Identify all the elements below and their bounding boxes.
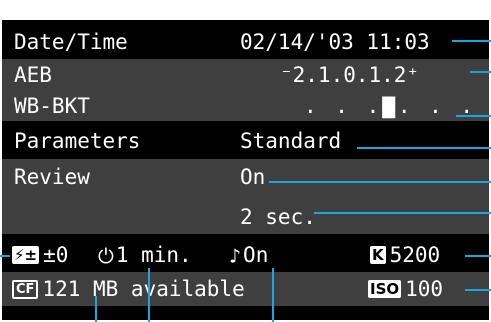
date-time-label: Date/Time (14, 30, 128, 54)
flash-exposure-compensation-icon: ⚡± (12, 246, 40, 264)
review-label: Review (14, 165, 90, 189)
card-indicator: CF 121 MB available (12, 275, 245, 303)
beeper-indicator: ♪On (229, 241, 268, 270)
review-row: Review On 2 sec. (2, 159, 489, 234)
callout-line-power-off (148, 268, 150, 322)
beeper-value: On (243, 243, 269, 267)
iso-value: 100 (405, 277, 444, 301)
parameters-label: Parameters (14, 129, 141, 153)
kelvin-icon: K (370, 246, 386, 264)
page: { "screen": { "date_time": { "label": "D… (0, 0, 491, 322)
beeper-icon: ♪ (229, 244, 242, 268)
camera-lcd-screen: Date/Time 02/14/'03 11:03 AEB ⁻2.1.0.1.2… (2, 20, 489, 320)
iso-indicator: ISO 100 (368, 275, 443, 303)
callout-line-review-time (314, 212, 491, 214)
wb-bkt-row: WB-BKT . . .▇. . . (2, 90, 489, 121)
cf-card-icon: CF (12, 280, 39, 299)
status-row-1: ⚡± ±0 ⏻1 min. ♪On K 5200 (2, 239, 489, 269)
parameters-value: Standard (240, 129, 342, 153)
date-time-value: 02/14/'03 11:03 (240, 30, 430, 54)
callout-line-card (95, 296, 97, 322)
callout-line-wb (456, 115, 491, 117)
wb-bkt-label: WB-BKT (14, 94, 90, 118)
review-time-value: 2 sec. (240, 205, 316, 229)
color-temp-value: 5200 (389, 243, 441, 267)
color-temp-indicator: K 5200 (370, 241, 440, 269)
callout-line-flash (0, 255, 10, 257)
aeb-row: AEB ⁻2.1.0.1.2⁺ (2, 59, 489, 90)
callout-line-date (452, 40, 491, 42)
auto-power-off-value: 1 min. (115, 243, 192, 267)
status-row-2: CF 121 MB available ISO 100 (2, 272, 489, 306)
review-value: On (240, 165, 266, 189)
date-time-row: Date/Time 02/14/'03 11:03 (2, 28, 489, 56)
auto-power-off-icon: ⏻ (98, 244, 114, 268)
callout-line-beeper (272, 268, 274, 322)
callout-line-review (269, 181, 491, 183)
iso-icon: ISO (368, 280, 402, 298)
wb-bkt-value: . . .▇. . . (304, 94, 477, 118)
callout-line-color-temp (465, 255, 491, 257)
auto-power-off-indicator: ⏻1 min. (98, 241, 192, 270)
parameters-row: Parameters Standard (2, 125, 489, 155)
callout-line-aeb (470, 71, 491, 73)
callout-line-parameters (357, 147, 491, 149)
callout-line-iso (465, 289, 491, 291)
aeb-value: ⁻2.1.0.1.2⁺ (280, 63, 420, 87)
flash-comp-indicator: ⚡± ±0 (12, 241, 68, 269)
aeb-label: AEB (14, 63, 52, 87)
card-value: 121 MB available (42, 277, 245, 301)
flash-comp-value: ±0 (43, 243, 69, 267)
